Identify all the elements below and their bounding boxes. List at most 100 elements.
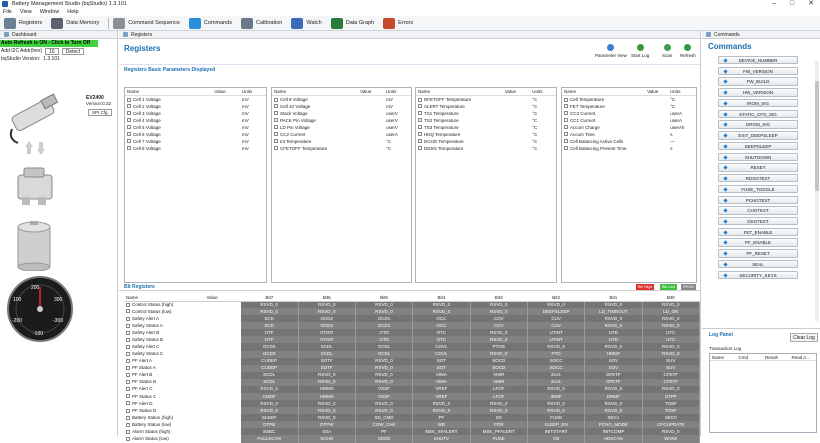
bit-cell[interactable]: COW_CHK <box>355 421 414 429</box>
toolbar-commands-button[interactable]: Commands <box>188 17 232 29</box>
bit-register-row[interactable]: PF Alert A CUDEP SOTF RSVD_0 SOT SOCD SOCC SOV S… <box>124 357 701 365</box>
expand-checkbox[interactable] <box>126 401 130 406</box>
bit-cell[interactable]: 2LVL <box>527 371 586 379</box>
register-row[interactable]: ALERT Temperature °C <box>416 103 556 110</box>
bit-register-row[interactable]: Safety Status C OCD3 SCDL OCDL COVL RSVD_0 PTO… <box>124 350 701 358</box>
bit-cell[interactable]: SCD <box>240 315 299 323</box>
bit-cell[interactable]: RSVD_0 <box>355 371 414 379</box>
bit-register-row[interactable]: Safety Alert A SCD OCD2 OCD1 OCC COV CUV RSVD_0… <box>124 315 701 323</box>
register-row[interactable]: Cell 10 Voltage mV <box>272 103 411 110</box>
bit-cell[interactable]: RSVD_0 <box>298 414 356 422</box>
expand-checkbox[interactable] <box>418 118 422 123</box>
toolbar-watch-button[interactable]: Watch <box>291 17 322 29</box>
expand-checkbox[interactable] <box>126 394 130 399</box>
commands-scrollbar[interactable] <box>815 61 819 321</box>
bit-cell[interactable]: SCDL <box>298 343 356 351</box>
expand-checkbox[interactable] <box>274 125 278 130</box>
bit-cell[interactable]: RSVD_0 <box>527 385 586 394</box>
bit-cell[interactable]: PCHG_MODE <box>584 421 643 429</box>
bit-cell[interactable]: RSVD_0 <box>470 407 528 415</box>
expand-checkbox[interactable] <box>126 366 130 371</box>
bit-cell[interactable]: SSA <box>298 428 356 436</box>
expand-checkbox[interactable] <box>127 104 131 109</box>
bit-cell[interactable]: RSVD_0 <box>240 385 299 394</box>
bit-cell[interactable]: SOCC <box>527 364 586 372</box>
expand-checkbox[interactable] <box>418 97 422 102</box>
expand-checkbox[interactable] <box>274 97 278 102</box>
bit-cell[interactable]: SHUTV <box>412 435 471 443</box>
expand-checkbox[interactable] <box>126 387 130 392</box>
register-row[interactable]: Cell 5 Voltage mV <box>125 124 266 131</box>
command-button-irom-sig[interactable]: IROM_SIG <box>718 98 798 108</box>
expand-checkbox[interactable] <box>127 139 131 144</box>
bit-cell[interactable]: SSBC <box>240 428 299 436</box>
bit-cell[interactable]: COV <box>470 315 528 323</box>
command-button-seal[interactable]: SEAL <box>718 259 798 269</box>
bit-cell[interactable]: SOCC <box>527 357 586 365</box>
registers-tab[interactable]: Registers <box>119 31 700 39</box>
bit-cell[interactable]: PF <box>412 414 471 422</box>
bit-cell[interactable]: OTF <box>240 336 299 344</box>
dashboard-tab[interactable]: Dashboard <box>0 31 117 39</box>
bit-cell[interactable]: HWMX <box>298 393 356 401</box>
bit-cell[interactable]: UTD <box>584 336 643 344</box>
bit-cell[interactable]: ADSCAN <box>584 435 643 443</box>
expand-checkbox[interactable] <box>274 132 278 137</box>
expand-checkbox[interactable] <box>418 125 422 130</box>
bit-cell[interactable]: SUV <box>642 364 701 372</box>
bit-cell[interactable]: SS <box>470 414 528 422</box>
expand-checkbox[interactable] <box>126 408 130 413</box>
bit-cell[interactable]: SOCD <box>470 357 528 365</box>
bit-cell[interactable]: SLEEP_EN <box>527 421 586 429</box>
bit-cell[interactable]: OTPW <box>298 421 356 429</box>
expand-checkbox[interactable] <box>127 146 131 151</box>
bit-cell[interactable]: VIMA <box>412 371 471 379</box>
bit-cell[interactable]: RSVD_0 <box>298 378 356 386</box>
bit-cell[interactable]: OTINT <box>298 336 356 344</box>
bit-register-row[interactable]: PF Alert D RSVD_0 RSVD_0 RSVD_0 RSVD_0 RSVD_0… <box>124 400 701 408</box>
command-button-fuse-toggle[interactable]: FUSE_TOGGLE <box>718 184 798 194</box>
expand-checkbox[interactable] <box>564 111 568 116</box>
bit-cell[interactable]: RSVD_0 <box>470 400 528 408</box>
bit-cell[interactable]: OTC <box>412 329 471 337</box>
spi-config-button[interactable]: SPI Cfg <box>88 109 112 116</box>
toolbar-calibration-button[interactable]: Calibration <box>241 17 282 29</box>
register-row[interactable]: Cell 4 Voltage mV <box>125 117 266 124</box>
command-button-pchgtest[interactable]: PCHGTEST <box>718 195 798 204</box>
bit-cell[interactable]: TOSF <box>642 407 701 415</box>
bit-register-row[interactable]: PF Alert C RSVD_0 HWMX VSSF VREF LFOF RSVD_0 RS… <box>124 385 701 394</box>
register-row[interactable]: TS2 Temperature °C <box>416 117 556 124</box>
toolbar-data-memory-button[interactable]: Data Memory <box>51 17 99 29</box>
expand-checkbox[interactable] <box>126 309 130 314</box>
expand-checkbox[interactable] <box>274 111 278 116</box>
command-button-security-keys[interactable]: SECURITY_KEYS <box>718 270 798 280</box>
bit-cell[interactable]: RSVD_0 <box>642 301 701 309</box>
start-log-button[interactable]: Start Log <box>631 44 649 58</box>
bit-cell[interactable]: CFGUPDATE <box>642 421 701 429</box>
bit-cell[interactable]: XDSG <box>355 435 414 443</box>
expand-checkbox[interactable] <box>126 422 130 427</box>
command-button-fw-version[interactable]: FW_VERSION <box>718 66 798 76</box>
bit-cell[interactable]: OTD <box>355 329 414 337</box>
expand-checkbox[interactable] <box>418 139 422 144</box>
bit-cell[interactable]: OCDL <box>355 343 414 351</box>
bit-cell[interactable]: OCD2 <box>298 315 356 323</box>
bit-cell[interactable]: SOTF <box>298 357 356 365</box>
bit-cell[interactable]: XCHG <box>298 435 356 443</box>
bit-cell[interactable]: RSVD_0 <box>240 407 299 415</box>
register-row[interactable]: Cell Balancing Active Cells — <box>562 138 696 145</box>
expand-checkbox[interactable] <box>126 358 130 363</box>
bit-cell[interactable]: TOSF <box>642 400 701 408</box>
bit-cell[interactable]: SEC0 <box>642 414 701 422</box>
expand-checkbox[interactable] <box>126 429 130 434</box>
bit-cell[interactable]: MSK_SFALERT <box>412 428 471 436</box>
bit-cell[interactable]: FUSE <box>527 414 586 422</box>
menu-view[interactable]: View <box>20 8 32 16</box>
bit-cell[interactable]: RSVD_0 <box>412 301 471 309</box>
bit-cell[interactable]: OTPB <box>240 421 299 429</box>
bit-cell[interactable]: VIMR <box>470 378 528 386</box>
command-button-reset[interactable]: RESET <box>718 163 798 172</box>
command-button-shutdown[interactable]: SHUTDOWN <box>718 152 798 161</box>
bit-cell[interactable]: RSVD_0 <box>527 343 586 351</box>
expand-checkbox[interactable] <box>564 104 568 109</box>
